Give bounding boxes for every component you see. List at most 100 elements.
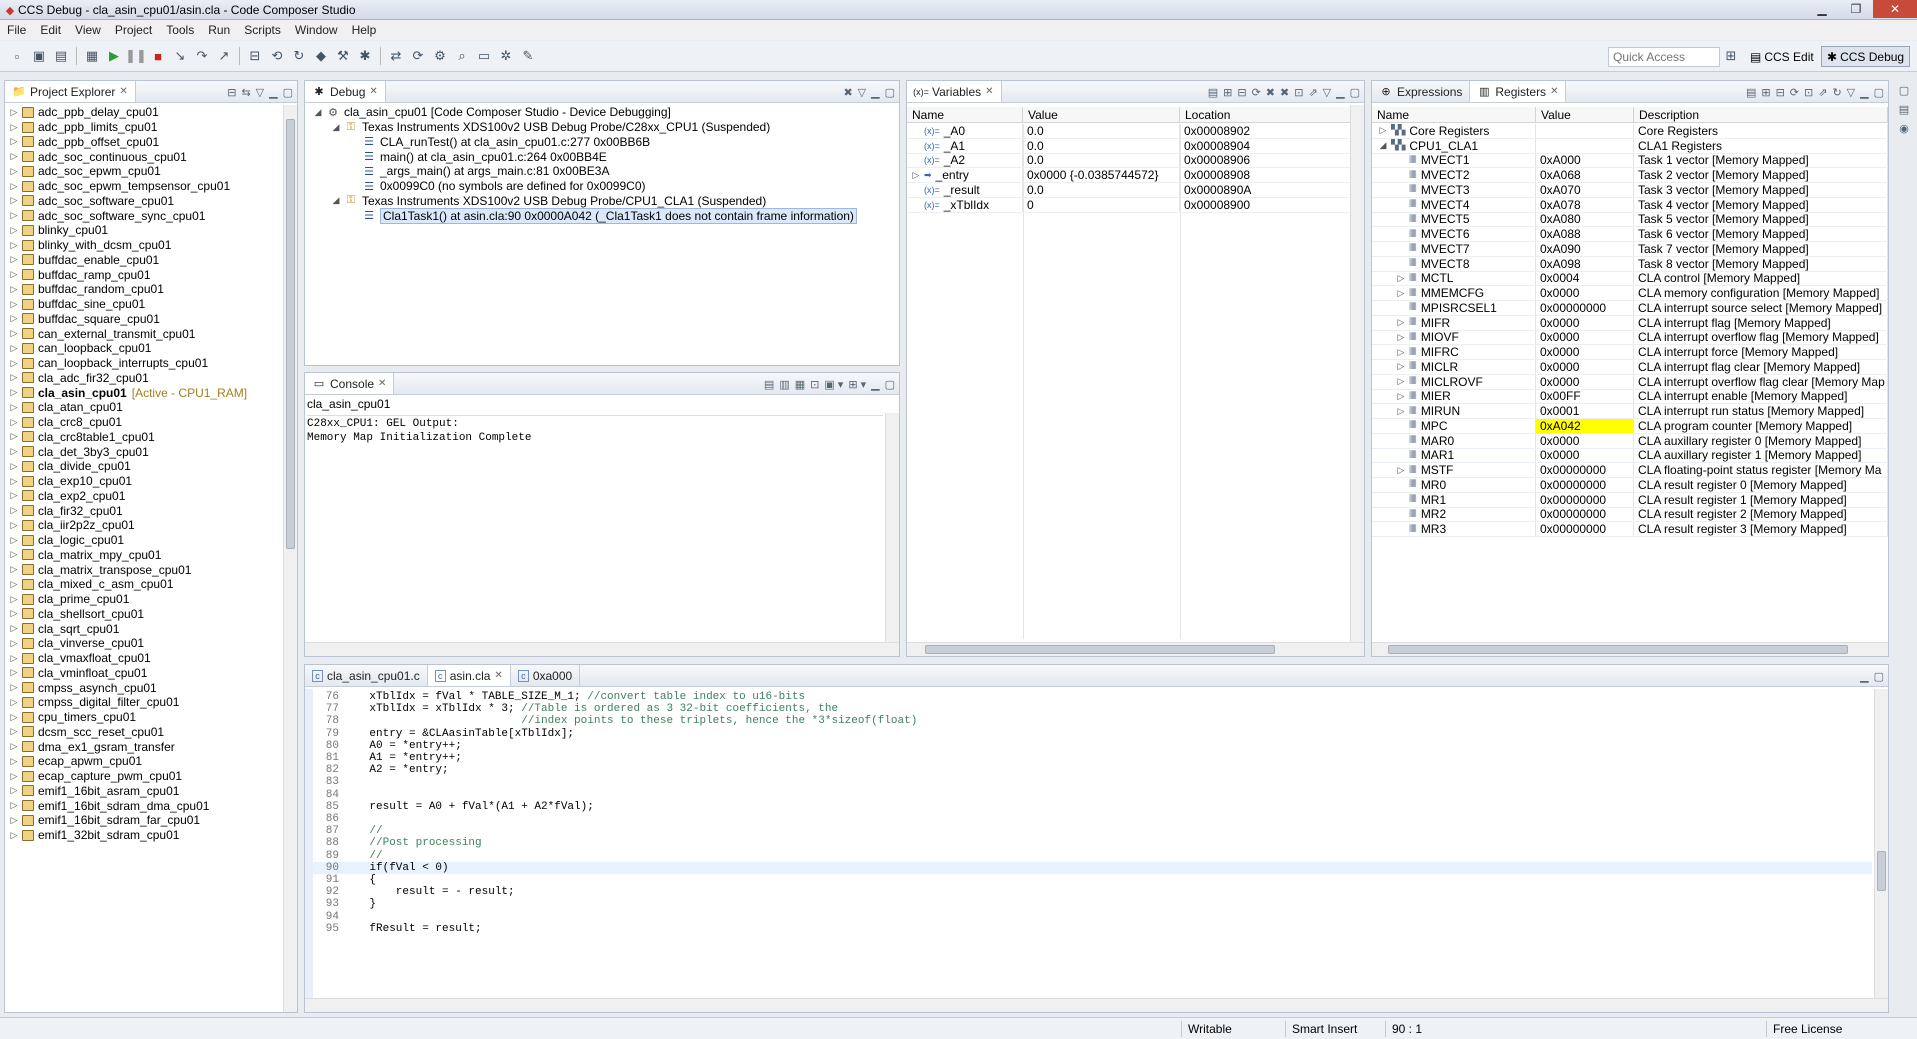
minimize-view-icon[interactable]: ▁ xyxy=(1860,86,1868,99)
register-row[interactable]: ⦀⦀ MVECT5 0xA080 Task 5 vector [Memory Mapp… xyxy=(1372,212,1888,228)
expand-icon[interactable]: ▷ xyxy=(1396,406,1406,417)
menu-file[interactable]: File xyxy=(0,23,33,37)
code-line[interactable]: 77 xTblIdx = xTblIdx * 3; //Table is ord… xyxy=(313,703,1872,715)
register-value[interactable]: 0x00000000 xyxy=(1536,522,1634,536)
column-description[interactable]: Description xyxy=(1634,107,1888,122)
project-item[interactable]: ▷ cla_logic_cpu01 xyxy=(5,533,125,548)
register-value[interactable]: 0x0000 xyxy=(1536,360,1634,374)
code-line[interactable]: 85 result = A0 + fVal*(A1 + A2*fVal); xyxy=(313,801,1872,813)
project-item[interactable]: ▷ emif1_32bit_sdram_cpu01 xyxy=(5,828,180,843)
view-menu-icon[interactable]: ▽ xyxy=(1323,86,1331,99)
expand-icon[interactable]: ▷ xyxy=(9,815,19,826)
expand-icon[interactable]: ▷ xyxy=(9,697,19,708)
open-console-icon[interactable]: ⊞ ▾ xyxy=(848,378,866,391)
register-row[interactable]: ▷ ⦀⦀ MMEMCFG 0x0000 CLA memory configuration… xyxy=(1372,286,1888,301)
ccs-debug-perspective[interactable]: ✱ CCS Debug xyxy=(1821,46,1911,67)
expand-icon[interactable]: ▷ xyxy=(9,653,19,664)
register-row[interactable]: ⦀⦀ MVECT6 0xA088 Task 6 vector [Memory Mapp… xyxy=(1372,227,1888,242)
code-line[interactable]: 93 } xyxy=(313,898,1872,910)
close-tab-icon[interactable]: ✕ xyxy=(985,86,993,97)
expand-icon[interactable]: ▷ xyxy=(9,122,19,133)
project-item[interactable]: ▷ cla_fir32_cpu01 xyxy=(5,503,123,518)
project-item[interactable]: ▷ buffdac_enable_cpu01 xyxy=(5,253,160,268)
expand-icon[interactable]: ▷ xyxy=(9,402,19,413)
expand-icon[interactable]: ▷ xyxy=(1396,317,1406,328)
register-row[interactable]: ⦀⦀ MVECT2 0xA068 Task 2 vector [Memory Mapp… xyxy=(1372,168,1888,183)
restore-icon[interactable]: ▢ xyxy=(1899,84,1909,97)
tab-registers[interactable]: ▥ Registers ✕ xyxy=(1470,81,1567,102)
project-item[interactable]: ▷ buffdac_square_cpu01 xyxy=(5,312,160,327)
show-types-icon[interactable]: ▤ xyxy=(1208,86,1218,99)
maximize-view-icon[interactable]: ▢ xyxy=(1874,670,1884,683)
console-hscrollbar[interactable] xyxy=(305,642,899,656)
register-row[interactable]: ▷ ⦀⦀ MIFR 0x0000 CLA interrupt flag [Memory … xyxy=(1372,315,1888,331)
collapse-icon[interactable]: ◢ xyxy=(313,107,323,118)
project-item[interactable]: ▷ cla_crc8table1_cpu01 xyxy=(5,430,155,445)
variable-row[interactable]: ▷ ➡ _entry 0x0000 {-0.0385744572} 0x00008908 xyxy=(907,168,1352,183)
project-item[interactable]: ▷ cla_divide_cpu01 xyxy=(5,459,131,474)
register-row[interactable]: ⦀⦀ MVECT3 0xA070 Task 3 vector [Memory Mapp… xyxy=(1372,183,1888,198)
project-item[interactable]: ▷ ecap_apwm_cpu01 xyxy=(5,754,143,769)
register-row[interactable]: ⦀⦀ MAR0 0x0000 CLA auxillary register 0 [Me… xyxy=(1372,433,1888,449)
continuous-refresh-icon[interactable]: ↻ xyxy=(1832,86,1841,99)
code-line[interactable]: 84 xyxy=(313,789,1872,801)
stack-frame[interactable]: ☰ Cla1Task1() at asin.cla:90 0x0000A042 (… xyxy=(305,207,857,224)
search-icon[interactable]: ⌕ xyxy=(453,47,471,65)
code-line[interactable]: 80 A0 = *entry++; xyxy=(313,740,1872,752)
register-value[interactable]: 0x00FF xyxy=(1536,389,1634,404)
code-line[interactable]: 82 A2 = *entry; xyxy=(313,764,1872,776)
new-view-icon[interactable]: ⇗ xyxy=(1308,86,1317,99)
register-value[interactable]: 0x0000 xyxy=(1536,315,1634,330)
stack-frame[interactable]: ☰ CLA_runTest() at cla_asin_cpu01.c:277 0… xyxy=(305,135,650,150)
project-item[interactable]: ▷ cla_adc_fir32_cpu01 xyxy=(5,371,149,386)
project-item[interactable]: ▷ adc_soc_continuous_cpu01 xyxy=(5,149,187,164)
variable-row[interactable]: (x)= _xTblIdx 0 0x00008900 xyxy=(907,197,1352,213)
expand-icon[interactable]: ▷ xyxy=(9,387,19,398)
expand-icon[interactable]: ▷ xyxy=(9,461,19,472)
close-tab-icon[interactable]: ✕ xyxy=(1550,86,1558,97)
expand-icon[interactable]: ▷ xyxy=(9,136,19,147)
expand-icon[interactable]: ▷ xyxy=(9,284,19,295)
view-menu-icon[interactable]: ▽ xyxy=(858,86,866,99)
expand-icon[interactable]: ▷ xyxy=(9,667,19,678)
tab-variables[interactable]: (x)= Variables ✕ xyxy=(907,81,1002,102)
expand-icon[interactable]: ▷ xyxy=(9,594,19,605)
console-output[interactable]: C28xx_CPU1: GEL Output: Memory Map Initia… xyxy=(307,415,883,446)
project-item[interactable]: ▷ can_external_transmit_cpu01 xyxy=(5,326,196,341)
expand-icon[interactable]: ▷ xyxy=(9,343,19,354)
register-value[interactable]: 0xA070 xyxy=(1536,183,1634,197)
code-line[interactable]: 78 //index points to these triplets, hen… xyxy=(313,715,1872,727)
menu-tools[interactable]: Tools xyxy=(159,23,201,37)
expand-icon[interactable]: ▷ xyxy=(9,358,19,369)
close-tab-icon[interactable]: ✕ xyxy=(119,86,127,97)
maximize-view-icon[interactable]: ▢ xyxy=(1874,86,1884,99)
debug-node[interactable]: ◢ ⚿ Texas Instruments XDS100v2 USB Debug P… xyxy=(305,194,767,209)
project-item[interactable]: ▷ emif1_16bit_sdram_dma_cpu01 xyxy=(5,798,210,813)
register-row[interactable]: ⦀⦀ MR0 0x00000000 CLA result register 0 [Me… xyxy=(1372,478,1888,493)
project-item[interactable]: ▷ blinky_cpu01 xyxy=(5,223,109,238)
minimize-view-icon[interactable]: ▁ xyxy=(1860,670,1868,683)
expand-icon[interactable]: ▷ xyxy=(1396,347,1406,358)
variable-value[interactable]: 0 xyxy=(1023,197,1180,212)
registers-hscrollbar[interactable] xyxy=(1372,642,1888,656)
project-item[interactable]: ▷ adc_soc_epwm_tempsensor_cpu01 xyxy=(5,179,231,194)
expand-icon[interactable]: ▷ xyxy=(9,490,19,501)
register-value[interactable]: 0xA042 xyxy=(1536,419,1634,433)
terminate-icon[interactable]: ■ xyxy=(149,47,167,65)
tab-project-explorer[interactable]: 📁 Project Explorer ✕ xyxy=(5,81,136,102)
project-item[interactable]: ▷ cla_mixed_c_asm_cpu01 xyxy=(5,577,174,592)
expand-icon[interactable]: ▷ xyxy=(9,579,19,590)
refresh-icon[interactable]: ⟳ xyxy=(1790,86,1799,99)
project-item[interactable]: ▷ adc_soc_software_sync_cpu01 xyxy=(5,208,206,223)
expand-icon[interactable]: ▷ xyxy=(1378,125,1388,136)
code-line[interactable]: 91 { xyxy=(313,874,1872,886)
register-value[interactable] xyxy=(1536,124,1634,138)
expand-icon[interactable]: ▷ xyxy=(1396,273,1406,284)
tab-console[interactable]: ▭ Console ✕ xyxy=(305,373,395,394)
project-item[interactable]: ▷ cla_crc8_cpu01 xyxy=(5,415,123,430)
register-value[interactable]: 0xA098 xyxy=(1536,256,1634,271)
minimize-view-icon[interactable]: ▁ xyxy=(871,378,879,391)
refresh-icon[interactable]: ⟳ xyxy=(409,47,427,65)
tab-expressions[interactable]: ⊕ Expressions xyxy=(1372,81,1471,102)
project-item[interactable]: ▷ adc_soc_software_cpu01 xyxy=(5,194,175,209)
